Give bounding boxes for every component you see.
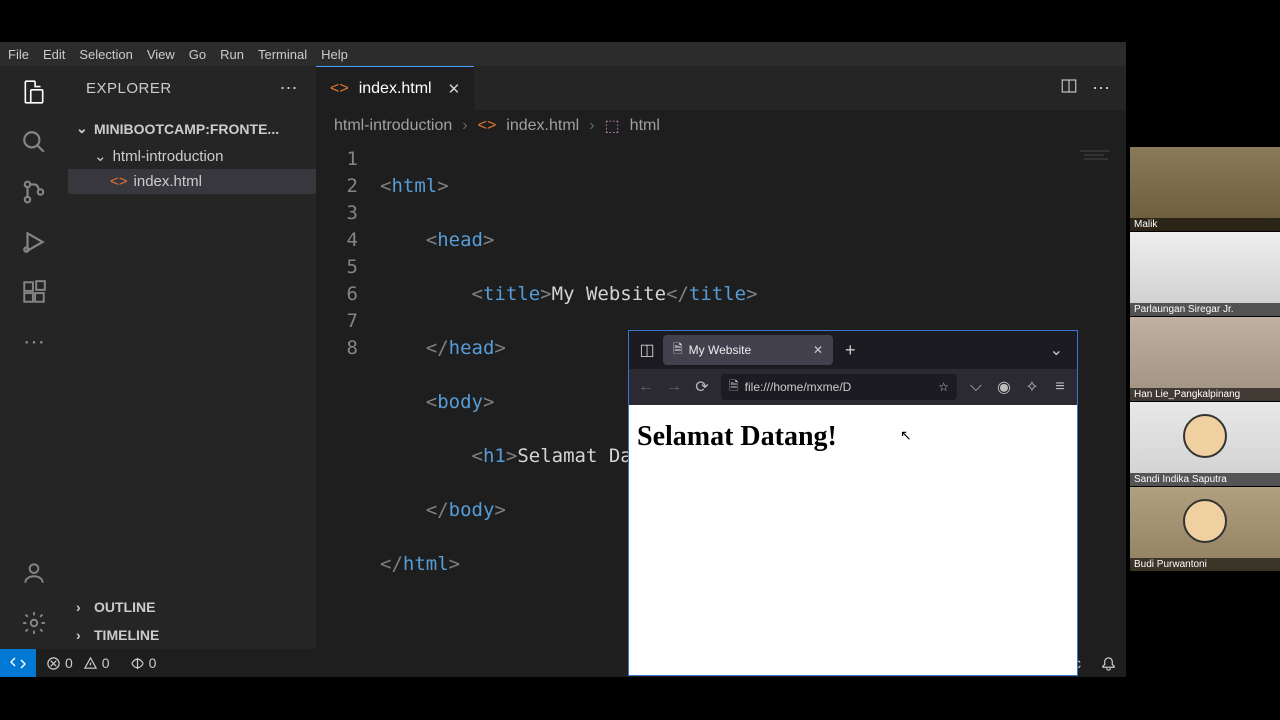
page-heading: Selamat Datang! [637, 421, 1069, 453]
pocket-icon[interactable]: ⌵ [967, 378, 985, 396]
chevron-right-icon: › [589, 117, 594, 135]
chevron-down-icon: ⌄ [76, 120, 90, 137]
explorer-icon[interactable] [20, 78, 48, 106]
participant[interactable]: Parlaungan Siregar Jr. [1130, 232, 1280, 317]
search-icon[interactable] [20, 128, 48, 156]
breadcrumb-symbol[interactable]: html [630, 117, 660, 135]
browser-tabbar: ◫ 🗎 My Website ✕ + ⌄ [629, 331, 1077, 369]
url-text: file:///home/mxme/D [745, 380, 933, 394]
chevron-right-icon: › [76, 599, 90, 615]
more-icon[interactable]: ⋯ [1092, 78, 1110, 99]
back-button[interactable]: ← [637, 378, 655, 396]
url-bar[interactable]: 🗎 file:///home/mxme/D ☆ [721, 374, 957, 400]
new-tab-button[interactable]: + [839, 340, 862, 361]
menu-terminal[interactable]: Terminal [258, 47, 307, 62]
shield-icon[interactable]: ◉ [995, 377, 1013, 397]
menubar: File Edit Selection View Go Run Terminal… [0, 42, 1126, 66]
menu-edit[interactable]: Edit [43, 47, 65, 62]
close-icon[interactable]: ✕ [448, 80, 461, 98]
menu-selection[interactable]: Selection [79, 47, 132, 62]
browser-content: Selamat Datang! [629, 405, 1077, 675]
menu-icon[interactable]: ≡ [1051, 378, 1069, 396]
workspace-name[interactable]: ⌄ MINIBOOTCAMP:FRONTE... [68, 114, 316, 143]
tab-dropdown-icon[interactable]: ⌄ [1044, 340, 1069, 360]
tab-title: My Website [689, 343, 751, 357]
problems-button[interactable]: 0 0 [36, 655, 120, 671]
breadcrumb-file[interactable]: index.html [506, 117, 579, 135]
tab-favicon: 🗎 [673, 340, 683, 361]
settings-icon[interactable] [20, 609, 48, 637]
participant[interactable]: Han Lie_Pangkalpinang [1130, 317, 1280, 402]
tree-folder[interactable]: ⌄ html-introduction [68, 143, 316, 169]
sidebar: EXPLORER ⋯ ⌄ MINIBOOTCAMP:FRONTE... ⌄ ht… [68, 66, 316, 649]
menu-file[interactable]: File [8, 47, 29, 62]
chevron-right-icon: › [462, 117, 467, 135]
remote-button[interactable] [0, 649, 36, 677]
notifications-icon[interactable] [1091, 656, 1126, 671]
minimap[interactable] [1080, 148, 1120, 162]
video-call-panel: Malik Parlaungan Siregar Jr. Han Lie_Pan… [1130, 147, 1280, 572]
html-file-icon: <> [330, 80, 349, 98]
sidebar-toggle-icon[interactable]: ◫ [637, 340, 657, 360]
ports-button[interactable]: 0 [120, 655, 167, 671]
html-file-icon: <> [478, 117, 497, 135]
participant[interactable]: Budi Purwantoni [1130, 487, 1280, 572]
browser-tab[interactable]: 🗎 My Website ✕ [663, 335, 833, 365]
close-icon[interactable]: ✕ [813, 343, 823, 357]
source-control-icon[interactable] [20, 178, 48, 206]
menu-go[interactable]: Go [189, 47, 206, 62]
menu-view[interactable]: View [147, 47, 175, 62]
breadcrumb[interactable]: html-introduction › <> index.html › ⬚ ht… [316, 110, 1126, 142]
sidebar-title: EXPLORER [86, 80, 172, 97]
tabbar-actions: ⋯ [1060, 66, 1126, 110]
extensions-icon[interactable] [20, 278, 48, 306]
participant[interactable]: Sandi Indika Saputra [1130, 402, 1280, 487]
menu-run[interactable]: Run [220, 47, 244, 62]
file-icon: 🗎 [729, 377, 739, 398]
timeline-section[interactable]: ›TIMELINE [68, 621, 316, 649]
sidebar-tree: ⌄ MINIBOOTCAMP:FRONTE... ⌄ html-introduc… [68, 110, 316, 198]
chevron-down-icon: ⌄ [94, 147, 107, 165]
accounts-icon[interactable] [20, 559, 48, 587]
more-icon[interactable]: ⋯ [20, 328, 48, 356]
participant[interactable]: Malik [1130, 147, 1280, 232]
split-editor-icon[interactable] [1060, 77, 1078, 100]
avatar [1183, 414, 1227, 458]
browser-toolbar: ← → ⟳ 🗎 file:///home/mxme/D ☆ ⌵ ◉ ✧ ≡ [629, 369, 1077, 405]
chevron-right-icon: › [76, 627, 90, 643]
browser-window: ◫ 🗎 My Website ✕ + ⌄ ← → ⟳ 🗎 file:///hom… [628, 330, 1078, 676]
reload-button[interactable]: ⟳ [693, 377, 711, 397]
avatar [1183, 499, 1227, 543]
sidebar-more-icon[interactable]: ⋯ [280, 78, 299, 99]
tab-label: index.html [359, 80, 432, 98]
forward-button[interactable]: → [665, 378, 683, 396]
breadcrumb-folder[interactable]: html-introduction [334, 117, 452, 135]
line-numbers: 12345678 [316, 146, 380, 649]
run-debug-icon[interactable] [20, 228, 48, 256]
outline-section[interactable]: ›OUTLINE [68, 593, 316, 621]
mouse-cursor: ↖ [900, 427, 912, 444]
bookmark-icon[interactable]: ☆ [938, 380, 949, 394]
html-file-icon: <> [110, 173, 128, 190]
tabbar: <> index.html ✕ ⋯ [316, 66, 1126, 110]
tree-file[interactable]: <> index.html [68, 169, 316, 194]
activity-bar: ⋯ [0, 66, 68, 649]
extensions-icon[interactable]: ✧ [1023, 377, 1041, 397]
sidebar-header: EXPLORER ⋯ [68, 66, 316, 110]
symbol-icon: ⬚ [605, 116, 620, 136]
editor-tab[interactable]: <> index.html ✕ [316, 66, 474, 110]
menu-help[interactable]: Help [321, 47, 348, 62]
